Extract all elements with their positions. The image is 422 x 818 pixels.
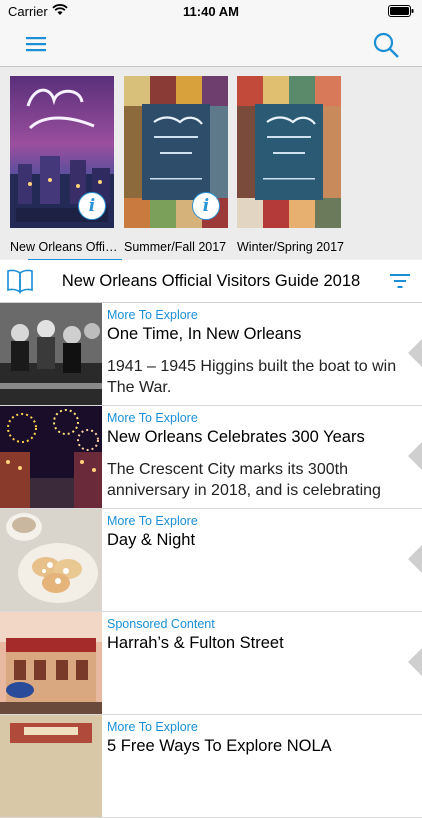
article-thumbnail (0, 612, 102, 714)
info-icon[interactable]: i (192, 192, 220, 220)
article-body: More To Explore New Orleans Celebrates 3… (102, 406, 408, 508)
open-book-icon[interactable] (6, 268, 34, 294)
article-section: Sponsored Content (107, 617, 215, 631)
navigation-bar (0, 22, 422, 67)
article-body: More To Explore 5 Free Ways To Explore N… (102, 715, 408, 817)
info-icon[interactable]: i (78, 192, 106, 220)
article-headline[interactable]: One Time, In New Orleans (107, 325, 301, 344)
issue-carousel: i New Orleans Official Visitors Guide 20… (0, 67, 422, 263)
issue-cover-summer-fall-2017[interactable]: i (124, 76, 228, 228)
article-headline[interactable]: New Orleans Celebrates 300 Years (107, 428, 365, 447)
article-body: Sponsored Content Harrah’s & Fulton Stre… (102, 612, 408, 714)
article-thumbnail (0, 303, 102, 405)
issue-cover-winter-spring-2017[interactable] (237, 76, 341, 228)
row-chevron (408, 442, 422, 470)
issue-caption[interactable]: New Orleans Official Visitors Guide 2018 (10, 240, 120, 254)
status-bar: Carrier 11:40 AM (0, 0, 422, 22)
article-row[interactable]: Sponsored Content Harrah’s & Fulton Stre… (0, 612, 422, 715)
issue-caption[interactable]: Winter/Spring 2017 (237, 240, 347, 254)
article-headline[interactable]: 5 Free Ways To Explore NOLA (107, 737, 332, 756)
article-section: More To Explore (107, 411, 198, 425)
article-row[interactable]: More To Explore 5 Free Ways To Explore N… (0, 715, 422, 818)
article-thumbnail (0, 715, 102, 817)
article-body: More To Explore One Time, In New Orleans… (102, 303, 408, 405)
article-body: More To Explore Day & Night (102, 509, 408, 611)
row-chevron (408, 545, 422, 573)
article-section: More To Explore (107, 308, 198, 322)
article-thumbnail (0, 509, 102, 611)
clock: 11:40 AM (183, 4, 239, 19)
guide-title: New Orleans Official Visitors Guide 2018 (61, 272, 361, 290)
row-chevron (408, 339, 422, 367)
article-headline[interactable]: Day & Night (107, 531, 195, 550)
battery-icon (388, 5, 414, 17)
filter-icon[interactable] (390, 272, 410, 290)
issue-cover-visitors-guide-2018[interactable]: i (10, 76, 114, 228)
issue-caption[interactable]: Summer/Fall 2017 (124, 240, 234, 254)
row-chevron (408, 648, 422, 676)
article-headline[interactable]: Harrah’s & Fulton Street (107, 634, 284, 653)
article-section: More To Explore (107, 720, 198, 734)
hamburger-menu-icon[interactable] (24, 32, 48, 56)
article-section: More To Explore (107, 514, 198, 528)
article-row[interactable]: More To Explore New Orleans Celebrates 3… (0, 406, 422, 509)
article-thumbnail (0, 406, 102, 508)
guide-header: New Orleans Official Visitors Guide 2018 (0, 260, 422, 303)
article-row[interactable]: More To Explore One Time, In New Orleans… (0, 303, 422, 406)
article-blurb: The Crescent City marks its 300th annive… (107, 461, 381, 499)
search-icon[interactable] (372, 31, 400, 59)
article-row[interactable]: More To Explore Day & Night (0, 509, 422, 612)
article-blurb: 1941 – 1945 Higgins built the boat to wi… (107, 358, 397, 396)
